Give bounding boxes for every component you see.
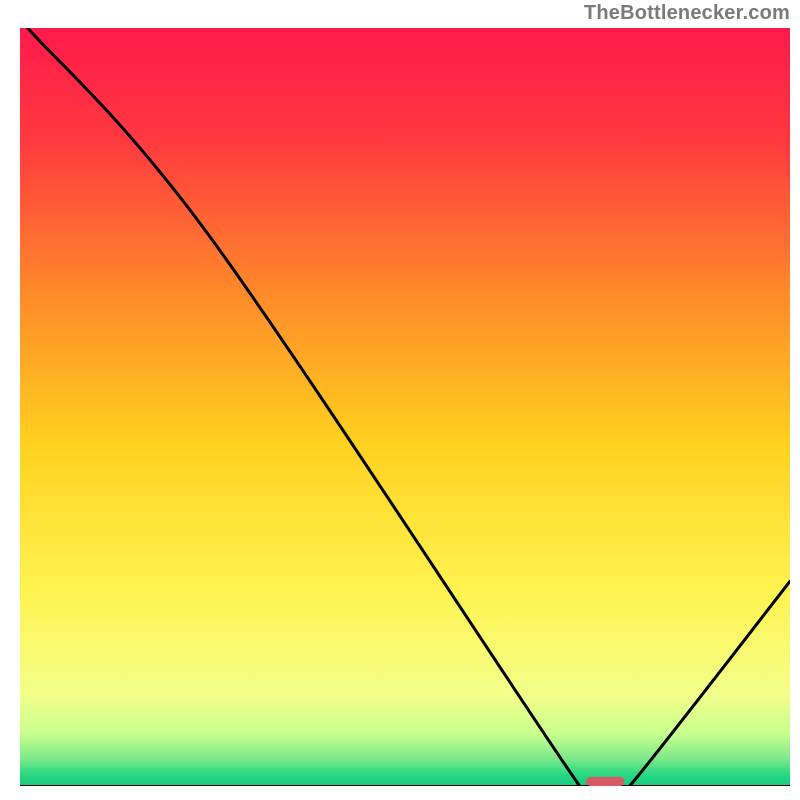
attribution-label: TheBottlenecker.com <box>584 2 790 25</box>
chart-wrapper: TheBottlenecker.com <box>0 0 800 800</box>
optimal-marker <box>586 777 625 786</box>
chart-svg <box>20 28 790 786</box>
bottleneck-chart <box>20 28 790 786</box>
